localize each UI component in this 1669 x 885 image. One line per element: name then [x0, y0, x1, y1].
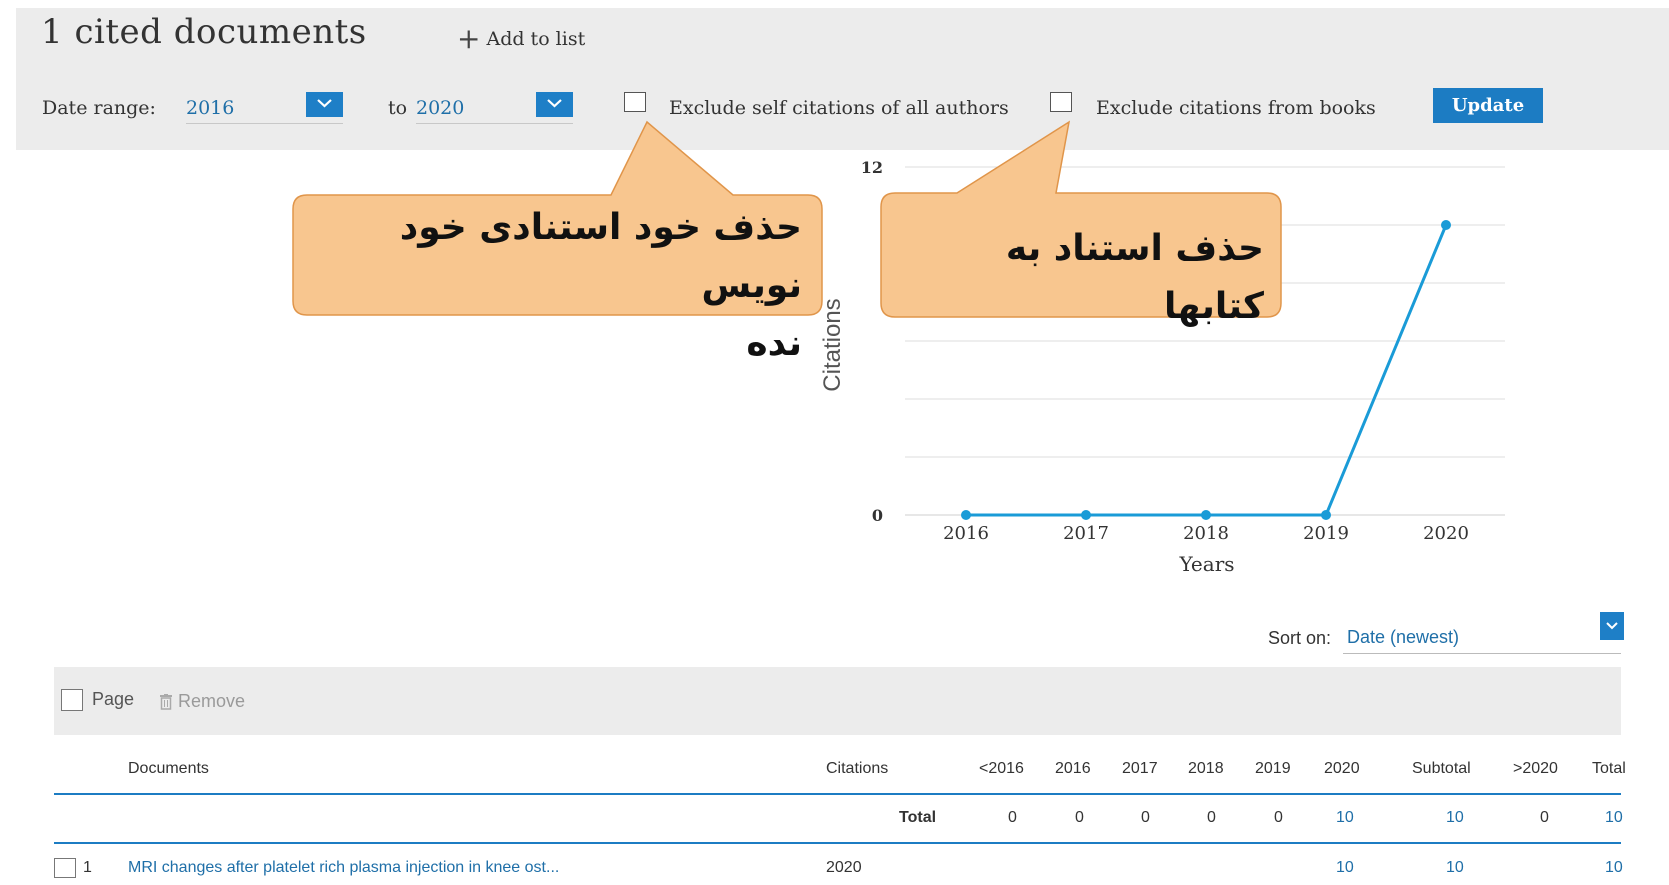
data-point	[961, 510, 971, 520]
col-lt2016: <2016	[979, 760, 1024, 777]
col-2018: 2018	[1188, 760, 1224, 777]
col-2020: 2020	[1324, 760, 1360, 777]
callout-books-text: حذف استناد به کتابها	[1005, 228, 1264, 327]
select-page-checkbox[interactable]	[61, 689, 83, 711]
total-rule	[54, 842, 1621, 844]
col-documents[interactable]: Documents	[128, 760, 209, 778]
col-2019: 2019	[1255, 760, 1291, 777]
row-year: 2020	[826, 859, 862, 876]
x-tick-label: 2017	[1063, 523, 1109, 544]
chevron-down-icon[interactable]	[1600, 612, 1624, 640]
callout-self-citation-text: حذف خود استنادی خود نویس نده	[310, 199, 802, 373]
remove-button[interactable]: Remove	[160, 691, 245, 712]
total-2018: 0	[1207, 809, 1216, 826]
document-title-link[interactable]: MRI changes after platelet rich plasma i…	[128, 859, 559, 877]
callout-self-citation-line2: نده	[746, 323, 802, 364]
y-ticks: 0 12	[861, 158, 883, 525]
col-gt2020: >2020	[1513, 760, 1558, 777]
total-2020[interactable]: 10	[1336, 809, 1354, 827]
callout-self-citation-line1: حذف خود استنادی خود نویس	[399, 207, 802, 306]
y-tick-label: 0	[872, 506, 883, 525]
results-toolbar	[54, 667, 1621, 735]
y-tick-label: 12	[861, 158, 883, 177]
total-row-label: Total	[899, 809, 937, 826]
total-subtotal[interactable]: 10	[1446, 809, 1464, 827]
row-subtotal[interactable]: 10	[1446, 859, 1464, 877]
trash-icon	[160, 693, 172, 710]
sort-label: Sort on:	[1268, 628, 1332, 648]
col-2016: 2016	[1055, 760, 1091, 777]
total-total[interactable]: 10	[1605, 809, 1623, 827]
row-index: 1	[83, 859, 92, 876]
col-subtotal: Subtotal	[1412, 760, 1471, 777]
data-point	[1081, 510, 1091, 520]
x-tick-label: 2020	[1423, 523, 1469, 544]
total-2017: 0	[1141, 809, 1150, 826]
col-total: Total	[1592, 760, 1626, 777]
total-2019: 0	[1274, 809, 1283, 826]
sort-select[interactable]: Date (newest)	[1343, 620, 1621, 654]
data-point	[1321, 510, 1331, 520]
total-lt2016: 0	[1008, 809, 1017, 826]
x-ticks: 2016 2017 2018 2019 2020	[943, 523, 1469, 544]
x-tick-label: 2016	[943, 523, 989, 544]
col-2017: 2017	[1122, 760, 1158, 777]
x-tick-label: 2019	[1303, 523, 1349, 544]
y-axis-label: Citations	[819, 298, 846, 391]
data-point	[1201, 510, 1211, 520]
page-label: Page	[92, 689, 135, 709]
sort-value: Date (newest)	[1347, 627, 1460, 647]
row-total[interactable]: 10	[1605, 859, 1623, 877]
remove-label: Remove	[178, 691, 246, 711]
citations-chart: Citations Years 0 12 2016 2017 2018 2019 2020	[819, 158, 1505, 576]
col-citations: Citations	[826, 760, 889, 777]
row-2020[interactable]: 10	[1336, 859, 1354, 877]
x-axis-label: Years	[1178, 552, 1234, 576]
row-checkbox[interactable]	[54, 858, 76, 878]
x-tick-label: 2018	[1183, 523, 1229, 544]
total-gt2020: 0	[1540, 809, 1549, 826]
total-2016: 0	[1075, 809, 1084, 826]
data-point	[1441, 220, 1451, 230]
header-rule	[54, 793, 1621, 795]
